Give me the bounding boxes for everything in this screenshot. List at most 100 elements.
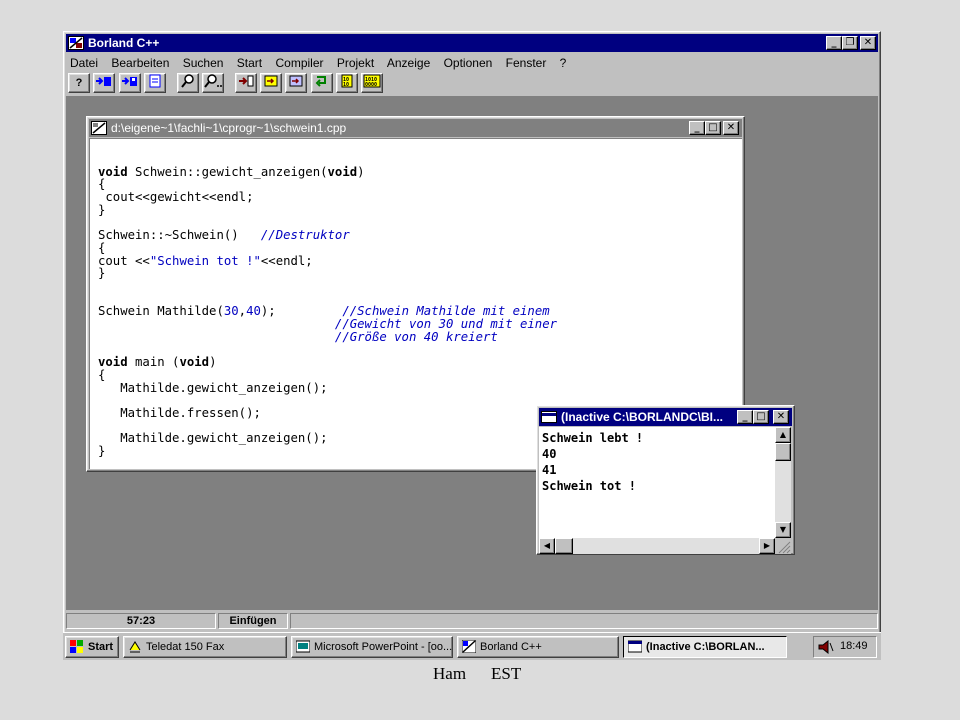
taskbar-item-borland[interactable]: Borland C++	[457, 636, 619, 658]
clock[interactable]: 18:49	[840, 640, 868, 652]
console-line: Schwein lebt !	[542, 431, 644, 445]
menu-anzeige[interactable]: Anzeige	[387, 56, 430, 70]
open-file-tool-button[interactable]	[93, 73, 116, 93]
console-line: Schwein tot !	[542, 479, 636, 493]
status-message-area	[290, 613, 878, 629]
code-line-14: Mathilde.gewicht_anzeigen();	[98, 380, 328, 395]
footer-left-text: Ham	[433, 664, 467, 683]
taskbar: Start Teledat 150 Fax Microsoft PowerPoi…	[63, 632, 881, 660]
windows-logo-icon	[70, 640, 84, 653]
inspect-tool-button[interactable]: 1010 0000	[361, 73, 384, 93]
tray-speaker-icon[interactable]	[818, 639, 834, 655]
taskbar-item-powerpoint[interactable]: Microsoft PowerPoint - [oo...	[291, 636, 453, 658]
editor-close-button[interactable]: ✕	[723, 121, 739, 135]
close-button[interactable]: ✕	[860, 36, 876, 50]
borland-title: Borland C++	[88, 36, 160, 50]
compile-icon	[238, 75, 254, 87]
borland-icon	[461, 639, 477, 654]
menu-bar: Datei Bearbeiten Suchen Start Compiler P…	[70, 54, 870, 72]
editor-minimize-button[interactable]: _	[689, 121, 705, 135]
find-tool-button[interactable]	[176, 73, 199, 93]
console-maximize-button[interactable]: □	[753, 410, 769, 424]
menu-start[interactable]: Start	[237, 56, 262, 70]
scroll-down-button[interactable]: ▼	[775, 522, 791, 538]
code-line-16: Mathilde.gewicht_anzeigen();	[98, 431, 328, 446]
debug-tool-button[interactable]: 10 10	[336, 73, 359, 93]
build-tool-button[interactable]	[285, 73, 308, 93]
open-file-icon	[96, 77, 112, 86]
code-line-17: }	[98, 444, 106, 459]
footer-right-text: EST	[491, 664, 522, 683]
menu-datei[interactable]: Datei	[70, 56, 98, 70]
browse-tool-button[interactable]	[144, 73, 167, 93]
save-file-icon	[121, 77, 137, 86]
step-tool-button[interactable]	[310, 73, 333, 93]
fax-icon	[128, 640, 142, 653]
menu-compiler[interactable]: Compiler	[275, 56, 323, 70]
code-line-7: cout <<"Schwein tot !"<<endl;	[98, 253, 313, 268]
console-minimize-button[interactable]: _	[737, 410, 753, 424]
svg-text:0000: 0000	[365, 82, 377, 88]
menu-optionen[interactable]: Optionen	[444, 56, 493, 70]
console-vertical-scrollbar[interactable]: ▲ ▼	[775, 427, 791, 538]
menu-projekt[interactable]: Projekt	[337, 56, 374, 70]
restore-button[interactable]: ❐	[842, 36, 858, 50]
browse-icon	[149, 74, 161, 88]
scroll-left-button[interactable]: ◀	[539, 538, 555, 554]
help-tool-button[interactable]: ?	[68, 73, 90, 93]
step-icon	[315, 76, 326, 87]
scroll-up-button[interactable]: ▲	[775, 427, 791, 443]
console-line: 40	[542, 447, 557, 461]
save-file-tool-button[interactable]	[118, 73, 141, 93]
taskbar-item-label: Teledat 150 Fax	[146, 641, 225, 653]
console-output[interactable]: Schwein lebt ! 40 41 Schwein tot !	[539, 427, 775, 538]
scroll-thumb-horizontal[interactable]	[555, 538, 573, 554]
code-line-4: }	[98, 202, 106, 217]
console-text: Schwein lebt ! 40 41 Schwein tot !	[542, 430, 643, 494]
code-line-15: Mathilde.fressen();	[98, 405, 261, 420]
console-horizontal-scrollbar[interactable]: ◀ ▶	[539, 538, 775, 554]
resize-grip-icon[interactable]	[775, 538, 791, 554]
build-icon	[289, 75, 303, 87]
minimize-button[interactable]: _	[826, 36, 842, 50]
find-next-tool-button[interactable]	[202, 73, 225, 93]
scroll-thumb-vertical[interactable]	[775, 443, 791, 461]
inspect-icon: 10100000	[363, 74, 381, 88]
borland-titlebar[interactable]: Borland C++ _ ❐ ✕	[66, 34, 878, 52]
console-line: 41	[542, 463, 557, 477]
console-close-button[interactable]: ✕	[773, 410, 789, 424]
make-tool-button[interactable]	[260, 73, 283, 93]
start-button[interactable]: Start	[65, 636, 119, 658]
taskbar-item-label: Borland C++	[480, 641, 542, 653]
menu-fenster[interactable]: Fenster	[506, 56, 547, 70]
taskbar-item-label: (Inactive C:\BORLAN...	[646, 641, 765, 653]
svg-text:10: 10	[343, 82, 349, 88]
cursor-position: 57:23	[66, 613, 216, 629]
code-line-1: void Schwein::gewicht_anzeigen(void)	[98, 164, 365, 179]
magnifier-dots-icon	[204, 74, 223, 88]
console-title: (Inactive C:\BORLANDC\BI...	[561, 410, 724, 424]
editor-file-icon	[91, 121, 107, 135]
toolbar: ? 10 10 1010 0000	[68, 73, 878, 95]
debug-icon: 1010	[341, 74, 353, 88]
powerpoint-icon	[295, 640, 311, 653]
make-icon	[264, 75, 278, 87]
start-label: Start	[88, 641, 114, 653]
scroll-right-button[interactable]: ▶	[759, 538, 775, 554]
console-titlebar[interactable]: (Inactive C:\BORLANDC\BI... _ □ ✕	[539, 408, 792, 426]
editor-title: d:\eigene~1\fachli~1\cprogr~1\schwein1.c…	[111, 121, 347, 135]
code-line-12: void main (void)	[98, 355, 217, 370]
menu-bearbeiten[interactable]: Bearbeiten	[111, 56, 169, 70]
compile-tool-button[interactable]	[234, 73, 257, 93]
menu-suchen[interactable]: Suchen	[183, 56, 224, 70]
editor-maximize-button[interactable]: □	[705, 121, 721, 135]
editor-titlebar[interactable]: d:\eigene~1\fachli~1\cprogr~1\schwein1.c…	[89, 119, 742, 137]
code-line-3: cout<<gewicht<<endl;	[98, 190, 254, 205]
code-line-5: Schwein::~Schwein() //Destruktor	[98, 228, 350, 243]
taskbar-item-label: Microsoft PowerPoint - [oo...	[314, 641, 453, 653]
dos-window-icon	[627, 640, 643, 653]
menu-help[interactable]: ?	[560, 56, 567, 70]
taskbar-item-inactive-dos[interactable]: (Inactive C:\BORLAN...	[623, 636, 787, 658]
code-line-8: }	[98, 266, 106, 281]
taskbar-item-teledat[interactable]: Teledat 150 Fax	[123, 636, 287, 658]
